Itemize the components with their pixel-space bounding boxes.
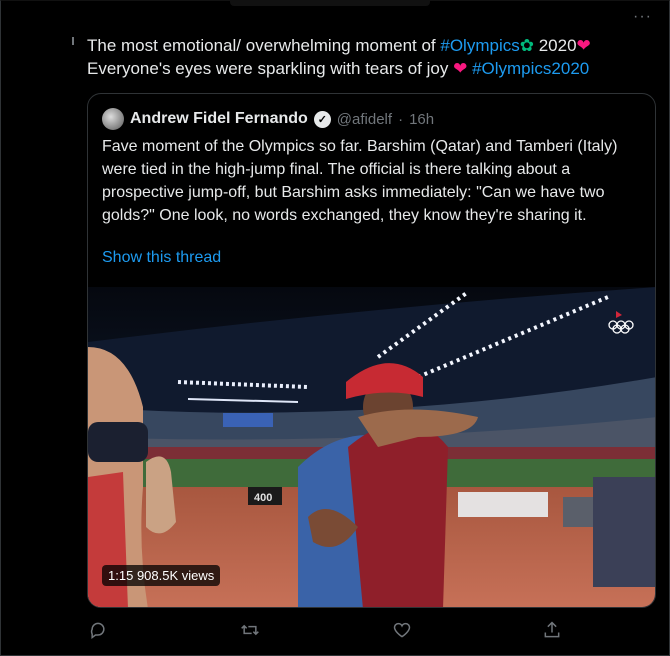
video-view-count: 908.5K views	[136, 568, 215, 583]
thread-marker	[72, 37, 74, 45]
tweet-line-1: The most emotional/ overwhelming moment …	[87, 34, 647, 57]
quoted-tweet-card[interactable]: Andrew Fidel Fernando ✓ @afidelf · 16h F…	[87, 93, 656, 608]
laurel-wreath-icon: ✿	[519, 36, 534, 55]
tweet-line-2: Everyone's eyes were sparkling with tear…	[87, 57, 647, 80]
author-handle[interactable]: @afidelf	[337, 111, 392, 128]
tweet-body: The most emotional/ overwhelming moment …	[87, 34, 647, 80]
tweet-timestamp[interactable]: 16h	[409, 111, 434, 128]
retweet-icon	[241, 624, 259, 636]
video-player[interactable]: 400 1:15 908.5K views	[88, 287, 655, 607]
share-button[interactable]	[542, 620, 566, 644]
window-notch	[230, 0, 430, 6]
tweet-line-2-text: Everyone's eyes were sparkling with tear…	[87, 59, 454, 78]
reply-button[interactable]	[88, 620, 112, 644]
video-duration: 1:15	[108, 568, 134, 583]
separator-dot: ·	[398, 110, 404, 128]
author-name[interactable]: Andrew Fidel Fernando	[130, 110, 308, 128]
avatar[interactable]	[102, 108, 124, 130]
like-button[interactable]	[392, 620, 416, 644]
more-options-button[interactable]: ···	[633, 8, 652, 26]
reply-icon	[90, 622, 105, 639]
heart-icon	[393, 622, 411, 638]
quoted-tweet-header: Andrew Fidel Fernando ✓ @afidelf · 16h	[102, 108, 434, 130]
video-frame: 400	[88, 287, 655, 607]
olympics2020-hashtag-link[interactable]: #Olympics2020	[472, 59, 589, 78]
verified-badge-icon: ✓	[313, 110, 331, 128]
tweet-line-1-text: The most emotional/ overwhelming moment …	[87, 36, 441, 55]
video-duration-views-badge: 1:15 908.5K views	[102, 565, 221, 586]
year-text: 2020	[533, 36, 577, 55]
red-heart-emoji-icon: ❤	[576, 36, 591, 55]
tweet-action-bar	[88, 620, 568, 644]
share-icon	[544, 621, 560, 638]
quoted-tweet-text: Fave moment of the Olympics so far. Bars…	[102, 138, 618, 224]
show-thread-link[interactable]: Show this thread	[102, 249, 221, 267]
retweet-button[interactable]	[240, 620, 264, 644]
scoreboard-text: 400	[254, 492, 272, 504]
olympics-hashtag-link[interactable]: #Olympics	[440, 36, 519, 55]
red-heart-emoji-icon: ❤	[453, 59, 468, 78]
